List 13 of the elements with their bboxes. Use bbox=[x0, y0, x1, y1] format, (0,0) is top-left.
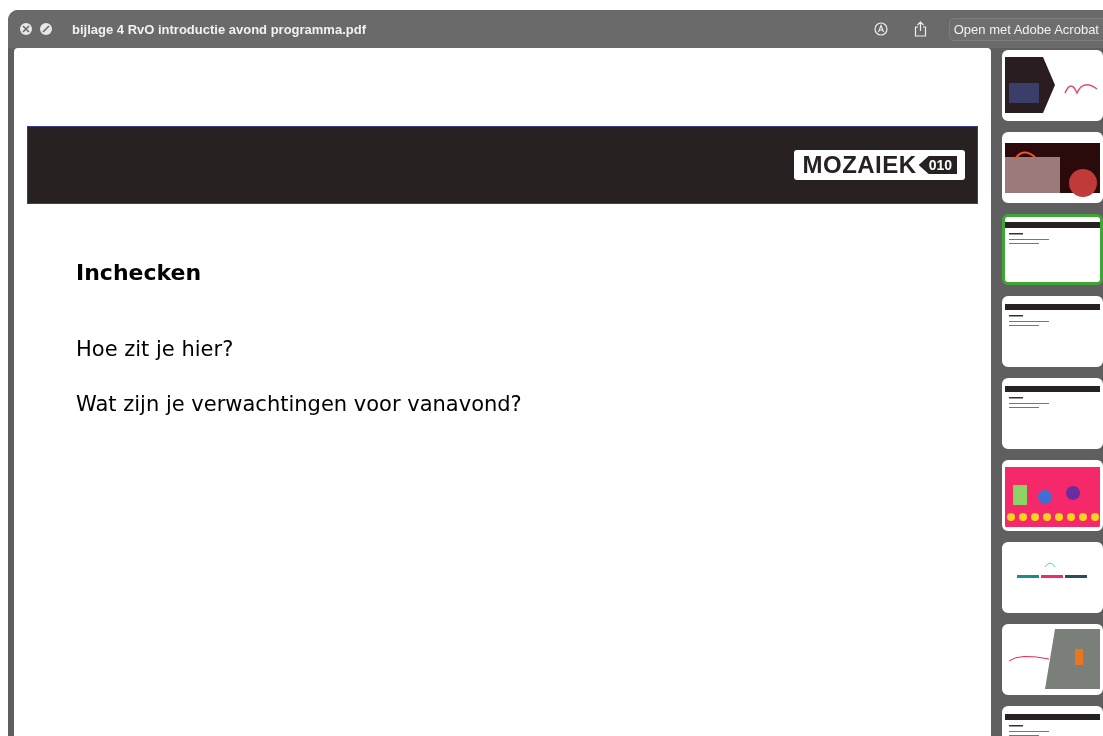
logo-badge: 010 bbox=[918, 156, 957, 174]
fullscreen-button[interactable] bbox=[40, 23, 52, 35]
slide-heading: Inchecken bbox=[76, 260, 203, 285]
open-with-button[interactable]: Open met Adobe Acrobat bbox=[948, 17, 1103, 41]
window-title: bijlage 4 RvO introductie avond programma.pdf bbox=[72, 21, 367, 37]
slide-text: Wat zijn je verwachtingen voor vanavond? bbox=[76, 392, 523, 416]
markup-icon[interactable] bbox=[873, 22, 888, 36]
share-icon[interactable] bbox=[913, 21, 927, 37]
page-thumbnail[interactable] bbox=[1002, 214, 1103, 285]
logo-text: MOZAIEK bbox=[802, 151, 917, 179]
slide-text: Hoe zit je hier? bbox=[76, 337, 235, 361]
close-button[interactable] bbox=[20, 23, 32, 35]
close-icon bbox=[22, 25, 30, 33]
